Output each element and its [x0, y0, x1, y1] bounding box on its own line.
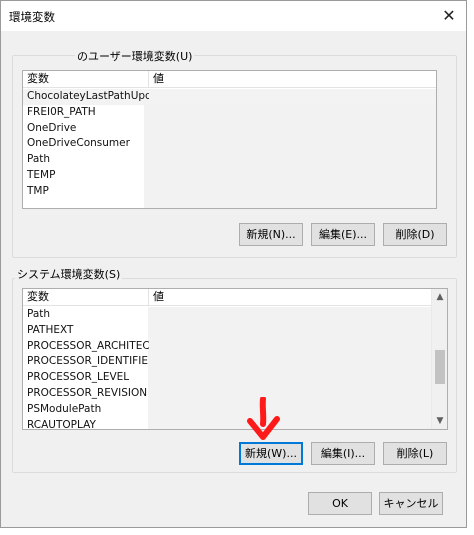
- table-row[interactable]: Path: [23, 307, 447, 323]
- scroll-up-icon[interactable]: ▲: [432, 289, 447, 305]
- user-delete-button[interactable]: 削除(D): [383, 223, 447, 246]
- variable-name: PROCESSOR_REVISION: [27, 386, 148, 399]
- system-list-scrollbar[interactable]: ▲ ▼: [431, 289, 447, 429]
- table-row[interactable]: PROCESSOR_ARCHITECTURE: [23, 339, 447, 355]
- system-list-header: 変数 値: [23, 289, 447, 306]
- column-header-value[interactable]: 値: [149, 289, 447, 306]
- column-header-variable[interactable]: 変数: [23, 71, 149, 88]
- user-edit-button[interactable]: 編集(E)...: [311, 223, 375, 246]
- variable-name: RCAUTOPLAY: [27, 418, 96, 430]
- table-row[interactable]: RCAUTOPLAY: [23, 418, 447, 430]
- table-row[interactable]: TMP: [23, 184, 436, 200]
- system-rows: Path PATHEXT PROCESSOR_ARCHITECTURE PROC…: [23, 307, 447, 430]
- variable-name: PSModulePath: [27, 402, 102, 415]
- table-row[interactable]: TEMP: [23, 168, 436, 184]
- table-row[interactable]: ChocolateyLastPathUpdate: [23, 89, 436, 105]
- table-row[interactable]: PSModulePath: [23, 402, 447, 418]
- ok-button[interactable]: OK: [308, 492, 372, 515]
- scroll-down-icon[interactable]: ▼: [432, 413, 447, 429]
- variable-name: PROCESSOR_ARCHITECTURE: [27, 339, 149, 352]
- variable-name: TEMP: [27, 168, 56, 181]
- variable-name: PROCESSOR_IDENTIFIER: [27, 355, 149, 368]
- environment-variables-dialog: 環境変数 ✕ のユーザー環境変数(U) 変数 値 ChocolateyLastP…: [0, 0, 467, 528]
- system-delete-button[interactable]: 削除(L): [383, 442, 447, 465]
- user-variables-label: のユーザー環境変数(U): [75, 48, 195, 64]
- table-row[interactable]: OneDriveConsumer: [23, 136, 436, 152]
- table-row[interactable]: FREI0R_PATH: [23, 105, 436, 121]
- system-variables-list[interactable]: 変数 値 Path PATHEXT PROCESSOR_ARCHITECTURE…: [22, 288, 448, 430]
- variable-name: OneDriveConsumer: [27, 137, 130, 150]
- variable-name: PATHEXT: [27, 323, 74, 336]
- annotation-arrow-icon: [247, 397, 280, 440]
- table-row[interactable]: PROCESSOR_LEVEL: [23, 370, 447, 386]
- scrollbar-thumb[interactable]: [435, 350, 445, 384]
- table-row[interactable]: Path: [23, 152, 436, 168]
- column-header-value[interactable]: 値: [149, 71, 436, 88]
- window-title: 環境変数: [9, 10, 55, 24]
- table-row[interactable]: PATHEXT: [23, 323, 447, 339]
- title-bar[interactable]: 環境変数 ✕: [1, 1, 466, 31]
- column-header-variable[interactable]: 変数: [23, 289, 149, 306]
- user-list-header: 変数 値: [23, 71, 436, 88]
- variable-name: Path: [27, 153, 51, 166]
- table-row[interactable]: PROCESSOR_REVISION: [23, 386, 447, 402]
- variable-name: FREI0R_PATH: [27, 105, 96, 118]
- variable-name: PROCESSOR_LEVEL: [27, 371, 130, 384]
- table-row[interactable]: OneDrive: [23, 121, 436, 137]
- user-rows: ChocolateyLastPathUpdate FREI0R_PATH One…: [23, 89, 436, 200]
- close-icon[interactable]: ✕: [438, 5, 460, 27]
- cancel-button[interactable]: キャンセル: [379, 492, 443, 515]
- system-new-button[interactable]: 新規(W)...: [239, 442, 303, 465]
- system-variables-label: システム環境変数(S): [15, 266, 123, 282]
- variable-name: Path: [27, 308, 51, 320]
- variable-name: TMP: [27, 184, 49, 197]
- user-variables-list[interactable]: 変数 値 ChocolateyLastPathUpdate FREI0R_PAT…: [22, 70, 437, 209]
- system-edit-button[interactable]: 編集(I)...: [311, 442, 375, 465]
- user-new-button[interactable]: 新規(N)...: [239, 223, 303, 246]
- variable-name: OneDrive: [27, 121, 77, 134]
- table-row[interactable]: PROCESSOR_IDENTIFIER: [23, 354, 447, 370]
- variable-name: ChocolateyLastPathUpdate: [27, 90, 149, 102]
